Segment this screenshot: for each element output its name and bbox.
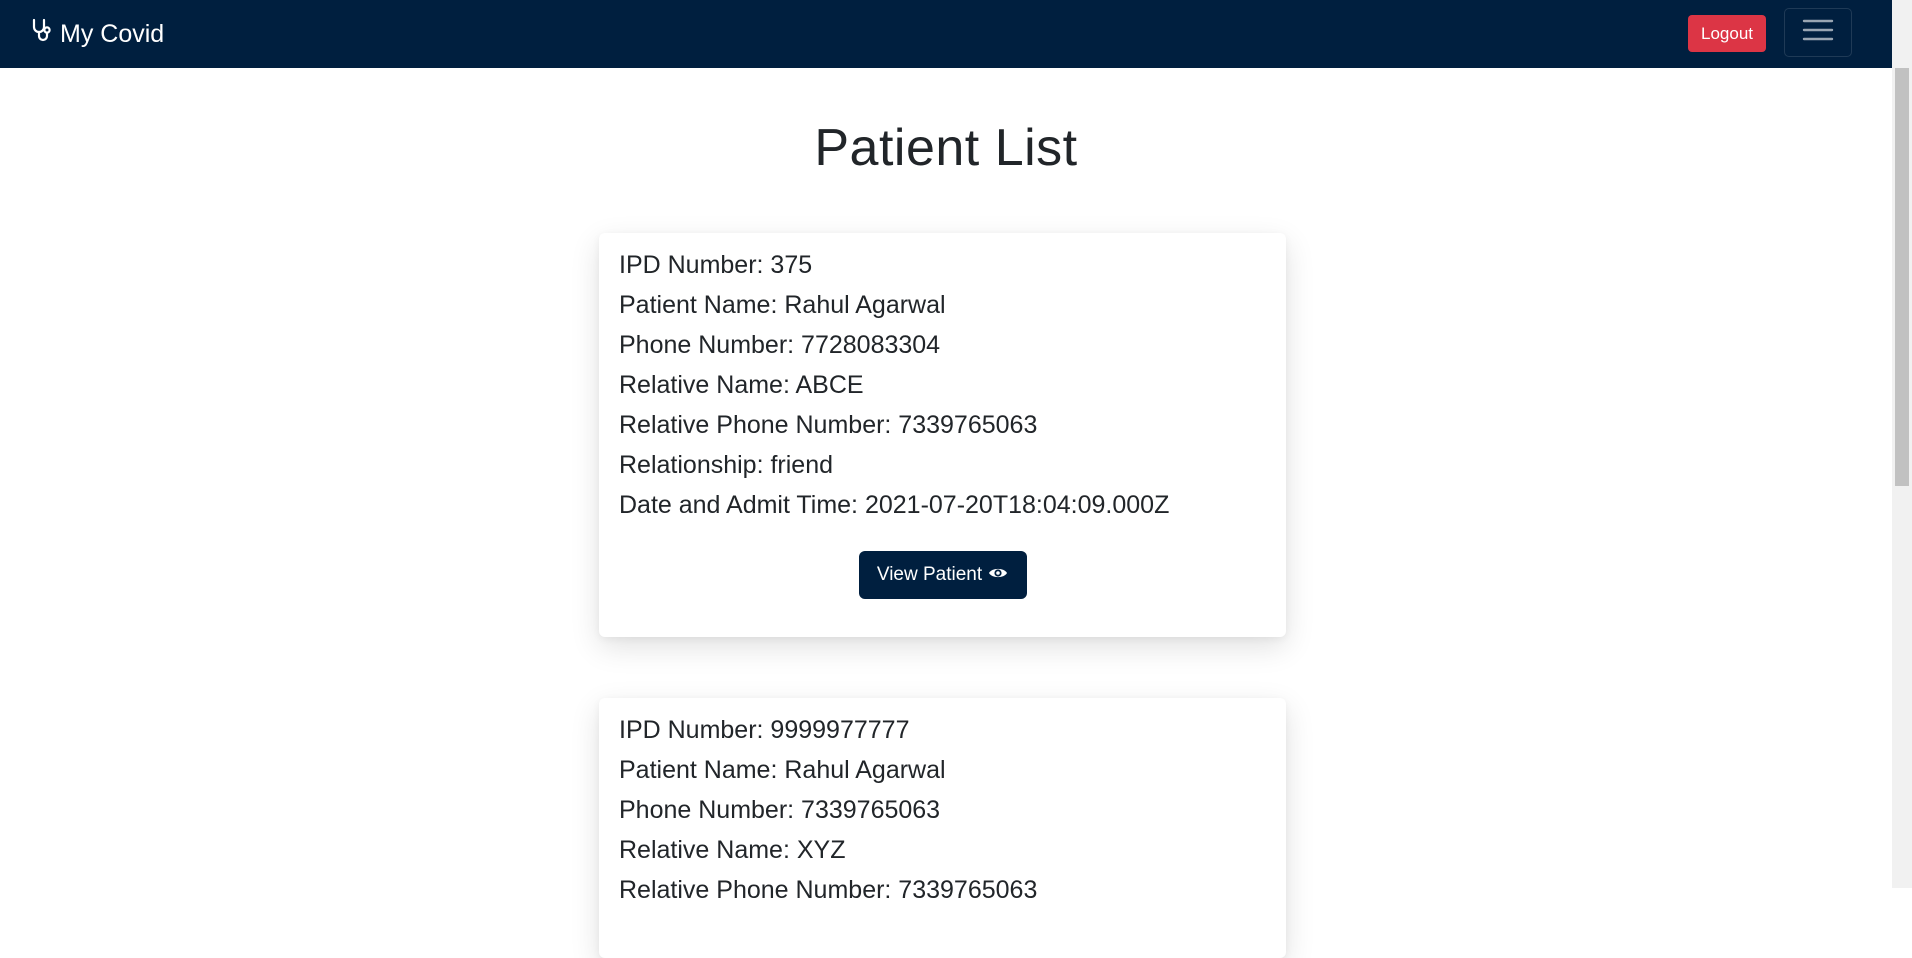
stethoscope-icon bbox=[30, 18, 60, 51]
ipd-number: IPD Number: 9999977777 bbox=[619, 716, 910, 744]
scrollbar-thumb[interactable] bbox=[1895, 68, 1909, 486]
hamburger-menu-icon bbox=[1802, 17, 1834, 48]
page-title: Patient List bbox=[814, 119, 1078, 177]
navbar: My Covid Logout bbox=[0, 0, 1892, 68]
relative-name: Relative Name: XYZ bbox=[619, 836, 846, 864]
relative-name: Relative Name: ABCE bbox=[619, 371, 864, 399]
view-patient-button[interactable]: View Patient bbox=[858, 551, 1027, 599]
vertical-scrollbar[interactable] bbox=[1892, 0, 1912, 888]
logout-button[interactable]: Logout bbox=[1688, 15, 1766, 52]
phone-number: Phone Number: 7728083304 bbox=[619, 331, 941, 359]
relative-phone-number: Relative Phone Number: 7339765063 bbox=[619, 411, 1038, 439]
view-patient-label: View Patient bbox=[876, 564, 983, 585]
admit-time: Date and Admit Time: 2021-07-20T18:04:09… bbox=[619, 491, 1170, 519]
ipd-number: IPD Number: 375 bbox=[619, 251, 813, 279]
relationship: Relationship: friend bbox=[619, 451, 834, 479]
phone-number: Phone Number: 7339765063 bbox=[619, 796, 941, 824]
patient-card: IPD Number: 9999977777 Patient Name: Rah… bbox=[599, 698, 1286, 958]
navbar-toggler-button[interactable] bbox=[1784, 8, 1852, 57]
brand-text: My Covid bbox=[60, 20, 165, 48]
patient-name: Patient Name: Rahul Agarwal bbox=[619, 756, 946, 784]
eye-icon bbox=[982, 564, 1008, 586]
relative-phone-number: Relative Phone Number: 7339765063 bbox=[619, 876, 1038, 904]
brand-link[interactable]: My Covid bbox=[30, 18, 164, 51]
patient-card: IPD Number: 375 Patient Name: Rahul Agar… bbox=[599, 233, 1286, 637]
patient-name: Patient Name: Rahul Agarwal bbox=[619, 291, 946, 319]
